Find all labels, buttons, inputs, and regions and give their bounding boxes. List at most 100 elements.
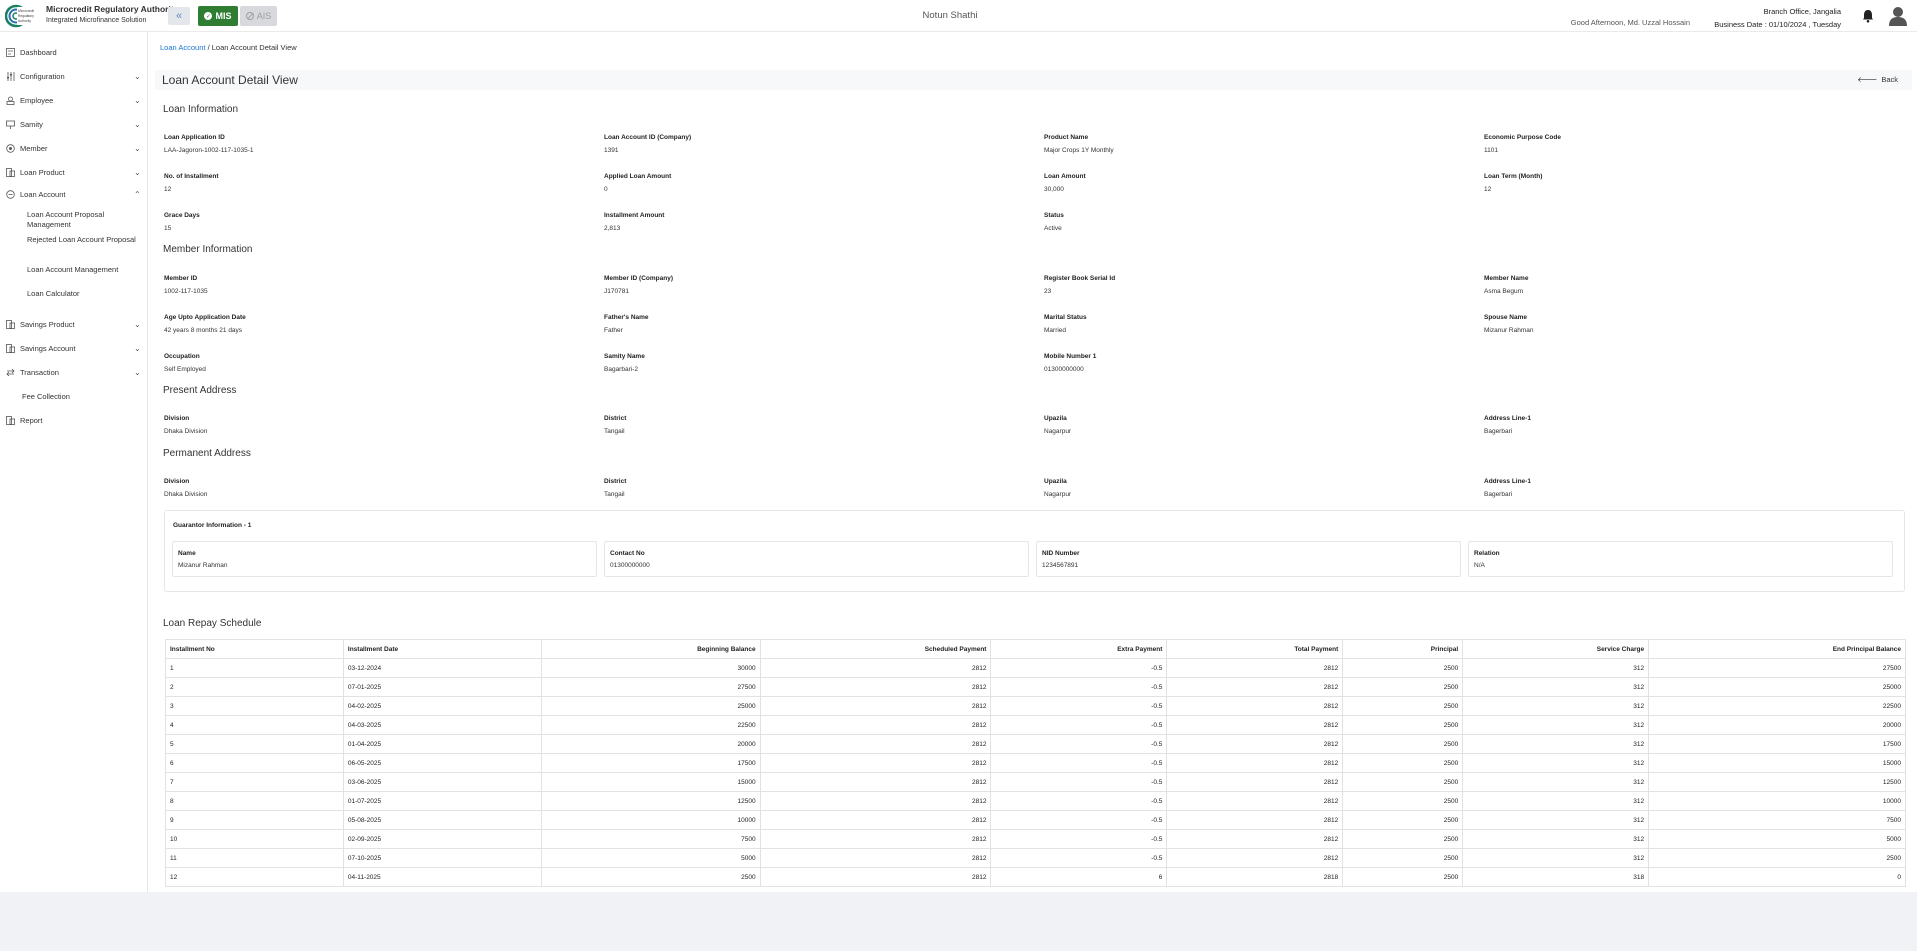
field-label: Member ID [164,275,198,282]
table-cell: -0.5 [990,677,1168,697]
field-label: Division [164,478,190,485]
sidebar-item-label: Loan Account [20,189,66,199]
table-cell: 04-11-2025 [342,867,542,887]
sidebar-item-fee-collection[interactable]: Fee Collection [0,386,148,406]
field-label: Father's Name [604,314,649,321]
chevron-down-icon: ⌄ [134,167,141,177]
table-cell: 01-04-2025 [342,734,542,754]
table-row: 12 04-11-2025 2500 2812 6 2818 2500 318 0 [165,867,1906,887]
mis-button[interactable]: ✓ MIS [198,6,238,26]
table-cell: 1 [165,658,344,678]
table-cell: 25000 [1648,677,1906,697]
field-father-name: Father's Name Father [604,314,1024,334]
table-cell: 2812 [759,829,992,849]
permanent-address-title: Permanent Address [163,448,251,459]
table-cell: 2812 [1166,734,1344,754]
table-cell: 27500 [540,677,761,697]
field-present-division: Division Dhaka Division [164,415,584,435]
table-cell: 2500 [1342,696,1464,716]
field-value: 1391 [604,147,619,154]
table-cell: 2818 [1166,867,1344,887]
table-cell: 2500 [540,867,761,887]
table-cell: 312 [1462,658,1650,678]
sidebar-item-label: Member [20,143,48,153]
double-chevron-left-icon: « [175,10,183,22]
bell-icon[interactable] [1862,9,1874,23]
sidebar-item-label: Savings Account [20,343,76,353]
table-cell: 2812 [759,696,992,716]
back-button[interactable]: 🡐 Back [1857,75,1898,84]
field-member-id-company: Member ID (Company) J170781 [604,275,1024,295]
field-label: Loan Term (Month) [1484,173,1543,180]
sidebar-item-label: Configuration [20,71,65,81]
sidebar-item-label: Employee [20,95,54,105]
field-label: Samity Name [604,353,645,360]
table-cell: 2812 [759,810,992,830]
field-value: Tangail [604,491,625,498]
sidebar-item-loan-account[interactable]: Loan Account ⌃ [0,184,148,204]
table-cell: 312 [1462,810,1650,830]
sidebar-toggle-button[interactable]: « [168,7,190,25]
table-cell: -0.5 [990,715,1168,735]
sidebar-item-label: Fee Collection [22,391,70,401]
sidebar-item-loan-product[interactable]: Loan Product ⌄ [0,162,148,182]
sidebar-item-report[interactable]: Report [0,410,148,430]
ais-button[interactable]: AIS [240,6,277,26]
sidebar-item-configuration[interactable]: Configuration ⌄ [0,66,148,86]
field-loan-application-id: Loan Application ID LAA-Jagoron-1002-117-… [164,134,584,154]
field-label: Division [164,415,190,422]
field-permanent-district: District Tangail [604,478,1024,498]
sidebar-item-samity[interactable]: Samity ⌄ [0,114,148,134]
field-label: Occupation [164,353,200,360]
breadcrumb-current: Loan Account Detail View [211,43,297,52]
field-permanent-address-line: Address Line-1 Bagerbari [1484,478,1904,498]
user-avatar-icon[interactable] [1889,6,1907,26]
field-value: Self Employed [164,366,206,373]
field-label: Member Name [1484,275,1529,282]
field-age: Age Upto Application Date 42 years 8 mont… [164,314,584,334]
guarantor-card: Guarantor Information - 1 Name Mizanur Ra… [164,510,1905,592]
table-cell: 7 [165,772,344,792]
sidebar-subitem-loan-calculator[interactable]: Loan Calculator [27,289,142,299]
field-label: No. of Installment [164,173,219,180]
field-label: Marital Status [1044,314,1087,321]
table-row: 11 07-10-2025 5000 2812 -0.5 2812 2500 312 2500 [165,848,1906,868]
field-label: Loan Application ID [164,134,225,141]
field-label: Contact No [610,550,645,557]
table-cell: 4 [165,715,344,735]
table-cell: 22500 [1648,696,1906,716]
sidebar-item-transaction[interactable]: Transaction ⌄ [0,362,148,382]
table-cell: 10000 [540,810,761,830]
field-value: 0 [604,186,608,193]
chevron-down-icon: ⌄ [134,367,141,377]
sidebar-subitem-loan-account-proposal[interactable]: Loan Account Proposal Management [27,210,142,230]
table-cell: 11 [165,848,344,868]
sidebar-item-employee[interactable]: Employee ⌄ [0,90,148,110]
table-cell: 7500 [1648,810,1906,830]
report-icon [6,415,15,425]
field-value: N/A [1474,562,1485,569]
table-cell: 312 [1462,715,1650,735]
table-row: 6 06-05-2025 17500 2812 -0.5 2812 2500 312 15000 [165,753,1906,773]
table-cell: 2812 [1166,677,1344,697]
field-value: LAA-Jagoron-1002-117-1035-1 [164,147,254,154]
field-loan-account-id: Loan Account ID (Company) 1391 [604,134,1024,154]
field-permanent-upazila: Upazila Nagarpur [1044,478,1464,498]
sidebar-item-dashboard[interactable]: Dashboard [0,42,148,62]
page-title: Loan Account Detail View [162,73,298,87]
chevron-down-icon: ⌄ [134,319,141,329]
sidebar-item-savings-product[interactable]: Savings Product ⌄ [0,314,148,334]
table-cell: 312 [1462,791,1650,811]
arrow-left-icon: 🡐 [1857,75,1878,84]
table-cell: 5 [165,734,344,754]
field-loan-amount: Loan Amount 30,000 [1044,173,1464,193]
table-cell: 312 [1462,734,1650,754]
table-cell: -0.5 [990,810,1168,830]
sidebar-subitem-loan-account-management[interactable]: Loan Account Management [27,265,142,275]
sidebar-item-member[interactable]: Member ⌄ [0,138,148,158]
sidebar-item-label: Loan Product [20,167,65,177]
sidebar-subitem-rejected-proposal[interactable]: Rejected Loan Account Proposal [27,235,142,245]
table-cell: 2812 [759,791,992,811]
sidebar-item-savings-account[interactable]: Savings Account ⌄ [0,338,148,358]
breadcrumb-link-loan-account[interactable]: Loan Account [160,43,205,52]
